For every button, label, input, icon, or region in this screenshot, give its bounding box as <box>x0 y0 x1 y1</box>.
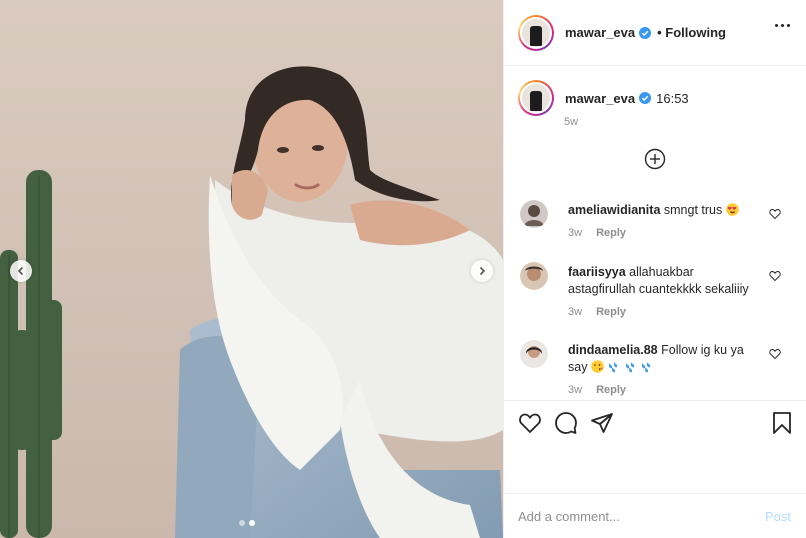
post-photo[interactable] <box>0 0 503 538</box>
save-bookmark-icon[interactable] <box>770 411 794 435</box>
author-username[interactable]: mawar_eva <box>565 25 635 40</box>
commenter-avatar[interactable] <box>520 340 548 368</box>
share-paper-plane-icon[interactable] <box>590 411 614 435</box>
comment-meta: 3w Reply <box>568 227 626 239</box>
commenter-avatar[interactable] <box>520 200 548 228</box>
comment-meta: 3w Reply <box>568 384 626 396</box>
comment-text: dindaamelia.88 Follow ig ku ya say <box>568 342 763 376</box>
caption-author-avatar[interactable] <box>518 80 554 116</box>
carousel-next-button[interactable] <box>471 260 493 282</box>
caption-author-username[interactable]: mawar_eva <box>565 91 635 106</box>
verified-badge-icon <box>639 26 652 39</box>
comment-age: 3w <box>568 306 583 318</box>
sweat-drops-emoji-icon <box>625 362 635 373</box>
post-modal: mawar_eva • Following mawar_eva 16:53 5w… <box>0 0 806 538</box>
like-comment-heart-icon[interactable] <box>769 270 781 282</box>
post-caption: mawar_eva 16:53 5w <box>518 80 798 128</box>
chevron-right-icon <box>479 266 486 276</box>
reply-button[interactable]: Reply <box>596 384 626 396</box>
follow-status-label: Following <box>665 25 726 40</box>
comment-age: 3w <box>568 227 583 239</box>
caption-time: 16:53 <box>656 90 689 106</box>
wink-kiss-emoji-icon <box>591 360 604 373</box>
heart-eyes-emoji-icon <box>725 203 739 216</box>
carousel-indicator <box>239 520 255 526</box>
post-side-panel: mawar_eva • Following mawar_eva 16:53 5w… <box>503 0 806 538</box>
author-avatar[interactable] <box>518 14 554 51</box>
comment-text: ameliawidianita smngt trus <box>568 202 763 219</box>
load-more-comments-icon[interactable] <box>644 148 666 170</box>
photo-scene <box>0 0 503 538</box>
like-comment-heart-icon[interactable] <box>769 208 781 220</box>
add-comment-input[interactable] <box>518 508 748 524</box>
carousel-prev-button[interactable] <box>10 260 32 282</box>
commenter-username[interactable]: faariisyya <box>568 265 626 279</box>
comment-composer: Post <box>504 493 806 538</box>
post-header: mawar_eva • Following <box>504 0 806 66</box>
carousel-dot-active <box>249 520 255 526</box>
like-comment-heart-icon[interactable] <box>769 348 781 360</box>
verified-badge-icon <box>639 92 652 104</box>
post-action-bar <box>504 400 806 444</box>
like-heart-icon[interactable] <box>518 411 542 435</box>
comment-bubble-icon[interactable] <box>554 411 578 435</box>
reply-button[interactable]: Reply <box>596 227 626 239</box>
post-comment-button[interactable]: Post <box>765 509 791 524</box>
comment-message: smngt trus <box>663 203 723 217</box>
commenter-username[interactable]: ameliawidianita <box>568 203 660 217</box>
comment-meta: 3w Reply <box>568 306 626 318</box>
sweat-drops-emoji-icon <box>609 362 618 373</box>
comment-age: 3w <box>568 384 583 396</box>
caption-age: 5w <box>564 116 579 128</box>
commenter-avatar[interactable] <box>520 262 548 290</box>
reply-button[interactable]: Reply <box>596 306 626 318</box>
sweat-drops-emoji-icon <box>642 362 651 373</box>
follow-status-button[interactable]: • Following <box>657 25 726 40</box>
commenter-username[interactable]: dindaamelia.88 <box>568 343 658 357</box>
carousel-dot <box>239 520 245 526</box>
chevron-left-icon <box>17 266 24 276</box>
more-options-button[interactable] <box>775 24 790 27</box>
comment-text: faariisyya allahuakbar astagfirullah cua… <box>568 264 763 298</box>
